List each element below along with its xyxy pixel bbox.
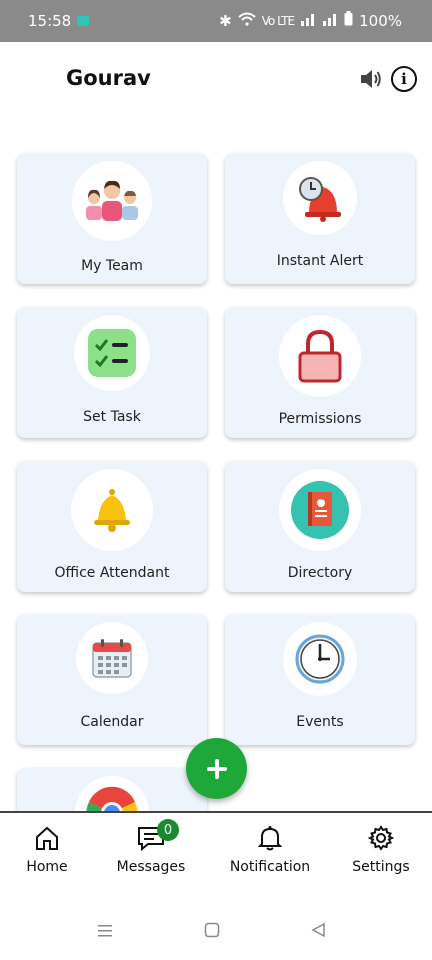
tile-events[interactable]: Events <box>225 614 415 745</box>
bell-icon <box>71 469 153 551</box>
alarm-bell-icon <box>283 161 357 235</box>
bluetooth-icon: ✱ <box>219 11 232 30</box>
team-icon <box>72 161 152 241</box>
system-nav-bar <box>0 900 432 960</box>
tile-set-task[interactable]: Set Task <box>17 307 207 438</box>
status-bar: 15:58 ✱ Vo LTE 100% <box>0 0 432 42</box>
bottom-nav: Home 0 Messages Notification Settings <box>0 811 432 891</box>
nav-settings[interactable]: Settings <box>331 823 431 875</box>
tile-label: Directory <box>287 565 353 581</box>
gear-icon <box>331 823 431 853</box>
add-fab-button[interactable] <box>186 738 247 799</box>
nav-label: Messages <box>116 859 186 875</box>
tile-instant-alert[interactable]: Instant Alert <box>225 153 415 284</box>
battery-percent: 100% <box>359 11 402 30</box>
notification-bell-icon <box>220 823 320 853</box>
nav-notification[interactable]: Notification <box>220 823 320 875</box>
signal-icon-2 <box>322 12 338 30</box>
speaker-icon[interactable] <box>358 66 384 92</box>
tile-my-team[interactable]: My Team <box>17 153 207 284</box>
nav-home[interactable]: Home <box>0 823 97 875</box>
nav-label: Notification <box>229 859 311 875</box>
tile-label: Instant Alert <box>276 253 364 269</box>
volte-icon: Vo LTE <box>261 13 295 28</box>
home-icon <box>0 823 97 853</box>
nav-messages[interactable]: 0 Messages <box>101 819 201 875</box>
nav-label: Settings <box>352 859 410 875</box>
back-icon[interactable] <box>310 922 326 942</box>
tile-label: Office Attendant <box>54 565 170 581</box>
address-book-icon <box>279 469 361 551</box>
tile-calendar[interactable]: Calendar <box>17 614 207 745</box>
nav-label: Home <box>26 859 68 875</box>
status-icons: ✱ Vo LTE 100% <box>219 11 402 30</box>
battery-icon <box>344 11 353 30</box>
tile-label: My Team <box>81 258 143 274</box>
home-system-icon[interactable] <box>204 922 220 942</box>
clock-icon <box>283 622 357 696</box>
tile-label: Calendar <box>80 714 144 730</box>
wifi-icon <box>238 12 256 30</box>
tile-partial[interactable] <box>17 768 207 811</box>
chrome-icon <box>75 776 149 811</box>
calendar-icon <box>76 622 148 694</box>
plus-icon <box>206 758 227 779</box>
messages-icon: 0 <box>101 819 201 853</box>
app-header: Gourav i <box>0 42 432 114</box>
tile-directory[interactable]: Directory <box>225 461 415 592</box>
recents-icon[interactable] <box>97 922 113 942</box>
signal-icon-1 <box>300 12 316 30</box>
tile-label: Set Task <box>83 409 141 425</box>
tile-permissions[interactable]: Permissions <box>225 307 415 438</box>
lock-icon <box>279 315 361 397</box>
app-notification-icon <box>77 16 89 26</box>
messages-badge: 0 <box>157 819 179 841</box>
checklist-icon <box>74 315 150 391</box>
tile-label: Permissions <box>278 411 362 427</box>
tile-office-attendant[interactable]: Office Attendant <box>17 461 207 592</box>
tile-label: Events <box>296 714 344 730</box>
page-title: Gourav <box>66 66 151 90</box>
status-time: 15:58 <box>28 12 72 30</box>
info-icon[interactable]: i <box>391 66 417 92</box>
